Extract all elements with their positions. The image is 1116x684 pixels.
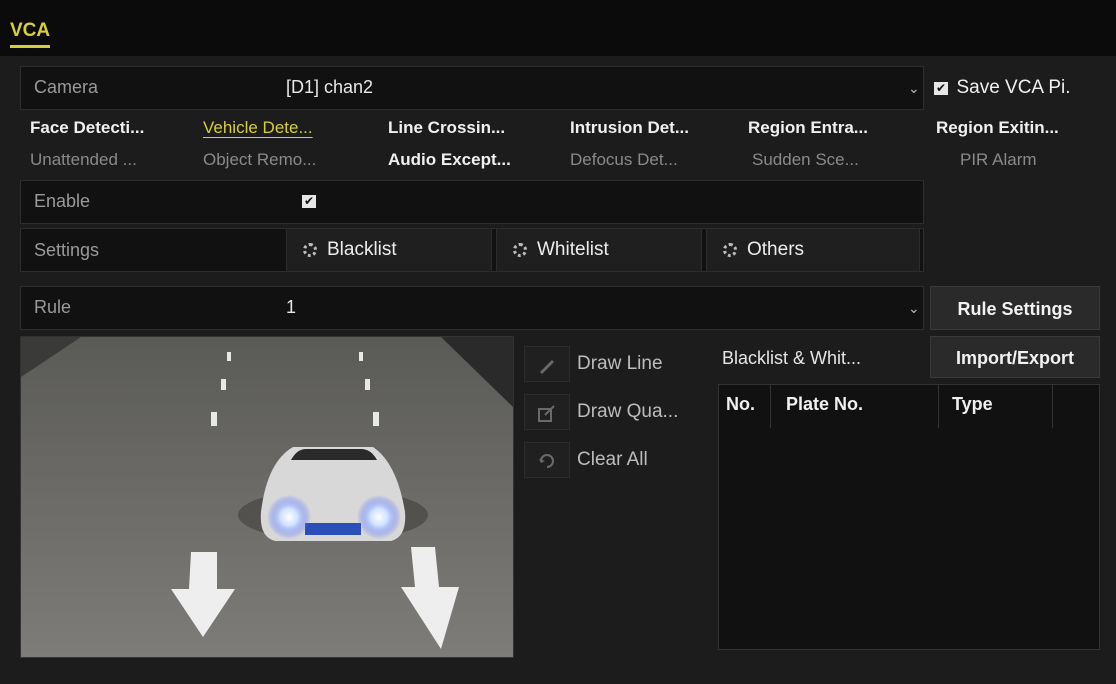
enable-checkbox[interactable]: ✔ <box>302 195 316 208</box>
blacklist-label: Blacklist <box>327 239 397 260</box>
tab-sudden-scene-change[interactable]: Sudden Sce... <box>752 146 922 174</box>
column-divider <box>770 384 771 428</box>
draw-line-button[interactable] <box>524 346 570 382</box>
tab-vca[interactable]: VCA <box>10 20 51 48</box>
tab-region-exiting[interactable]: Region Exitin... <box>936 114 1096 142</box>
road-scene <box>21 337 513 657</box>
camera-value: [D1] chan2 <box>286 77 374 97</box>
tab-unattended-baggage[interactable]: Unattended ... <box>30 146 198 174</box>
checkbox-icon: ✔ <box>934 81 948 96</box>
column-divider <box>938 384 939 428</box>
camera-select[interactable]: [D1] chan2 ⌄ <box>286 68 922 108</box>
clear-all-button[interactable] <box>524 442 570 478</box>
tab-intrusion-detection[interactable]: Intrusion Det... <box>570 114 740 142</box>
chevron-down-icon: ⌄ <box>908 80 920 96</box>
rule-label: Rule <box>34 297 72 317</box>
pencil-icon <box>540 360 554 374</box>
tab-line-crossing[interactable]: Line Crossin... <box>388 114 560 142</box>
column-divider <box>1052 384 1053 428</box>
top-bar: VCA <box>0 0 1116 56</box>
gear-icon <box>303 242 317 257</box>
tab-object-removal[interactable]: Object Remo... <box>203 146 379 174</box>
tab-region-entrance[interactable]: Region Entra... <box>748 114 920 142</box>
others-label: Others <box>747 239 805 260</box>
tab-vehicle-detection[interactable]: Vehicle Dete... <box>203 114 383 142</box>
save-vca-checkbox[interactable]: ✔ Save VCA Pi. <box>934 77 1071 99</box>
column-header-no[interactable]: No. <box>726 394 755 415</box>
whitelist-button[interactable]: Whitelist <box>496 228 702 272</box>
import-export-button[interactable]: Import/Export <box>930 336 1100 378</box>
rule-settings-button[interactable]: Rule Settings <box>930 286 1100 330</box>
camera-label: Camera <box>34 77 99 97</box>
rule-value: 1 <box>286 297 297 317</box>
enable-row <box>20 180 924 224</box>
blacklist-button[interactable]: Blacklist <box>286 228 492 272</box>
rule-select[interactable]: 1 ⌄ <box>286 288 922 328</box>
save-vca-label: Save VCA Pi. <box>956 77 1071 98</box>
tab-pir-alarm[interactable]: PIR Alarm <box>960 146 1080 174</box>
draw-line-label: Draw Line <box>577 353 663 374</box>
tab-defocus-detection[interactable]: Defocus Det... <box>570 146 740 174</box>
clear-all-label: Clear All <box>577 449 648 470</box>
tab-audio-exception[interactable]: Audio Except... <box>388 146 564 174</box>
column-header-type[interactable]: Type <box>952 394 993 415</box>
draw-quad-button[interactable] <box>524 394 570 430</box>
others-button[interactable]: Others <box>706 228 920 272</box>
edit-icon <box>538 405 555 422</box>
plate-list-table[interactable] <box>718 384 1100 650</box>
gear-icon <box>723 242 737 257</box>
chevron-down-icon: ⌄ <box>908 300 920 316</box>
draw-quad-label: Draw Qua... <box>577 401 679 422</box>
clear-icon <box>539 454 554 468</box>
list-title: Blacklist & Whit... <box>722 348 862 368</box>
column-header-plate-no[interactable]: Plate No. <box>786 394 863 415</box>
enable-label: Enable <box>34 191 91 211</box>
whitelist-label: Whitelist <box>537 239 609 260</box>
tab-face-detection[interactable]: Face Detecti... <box>30 114 198 142</box>
gear-icon <box>513 242 527 257</box>
video-preview[interactable] <box>20 336 514 658</box>
settings-label: Settings <box>34 240 100 260</box>
